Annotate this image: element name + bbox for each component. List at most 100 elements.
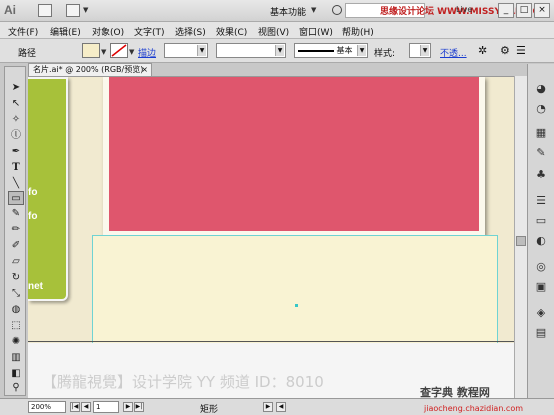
vertical-scroll-thumb[interactable] (516, 236, 526, 246)
status-menu-icon[interactable]: ▶ (263, 402, 273, 412)
menu-type[interactable]: 文字(T) (134, 25, 165, 38)
app-logo: Ai (4, 3, 16, 17)
rotate-tool-icon[interactable]: ↻ (8, 271, 24, 285)
last-artboard-icon[interactable]: ▶| (134, 402, 144, 412)
free-transform-tool-icon[interactable]: ⬚ (8, 319, 24, 333)
gradient-tool-icon[interactable]: ◧ (8, 367, 24, 381)
chevron-down-icon[interactable]: ▼ (83, 6, 88, 14)
artboard-number-field[interactable]: 1 (93, 401, 119, 413)
workspace-switcher[interactable]: 基本功能 (270, 5, 306, 18)
menu-effect[interactable]: 效果(C) (216, 25, 247, 38)
appearance-icon[interactable]: ◎ (533, 260, 549, 274)
menu-object[interactable]: 对象(O) (92, 25, 124, 38)
pink-card-frame (103, 77, 485, 237)
brushes-icon[interactable]: ✎ (533, 146, 549, 160)
panel-dock: ◕ ◔ ▦ ✎ ♣ ☰ ▭ ◐ ◎ ▣ ◈ ▤ (527, 64, 554, 399)
title-bar: Ai ▼ 基本功能 ▼ 思缘设计论坛 WWW.MISSYUAN.COM Live… (0, 0, 554, 22)
menu-help[interactable]: 帮助(H) (342, 25, 374, 38)
chevron-down-icon[interactable]: ▼ (101, 48, 106, 56)
scale-tool-icon[interactable]: ⤡ (8, 287, 24, 301)
brush-definition-dropdown[interactable]: 基本 ▼ (294, 43, 368, 58)
canvas-watermark: 【腾龍視覺】设计学院 YY 频道 ID：8010 (42, 373, 324, 391)
line-tool-icon[interactable]: ╲ (8, 177, 24, 191)
opacity-link[interactable]: 不透... (440, 46, 467, 59)
control-bar: 路径 ▼ ▼ 描边 ▼ ▼ 基本 ▼ 样式: ▼ 不透... ✲ ⚙ ☰ (0, 39, 554, 63)
close-button[interactable]: × (534, 3, 550, 18)
menu-file[interactable]: 文件(F) (8, 25, 38, 38)
stroke-panel-link[interactable]: 描边 (138, 46, 156, 59)
swatches-icon[interactable]: ▦ (533, 126, 549, 140)
menu-select[interactable]: 选择(S) (175, 25, 206, 38)
document-tab-title: 名片.ai* @ 200% (RGB/预览) (33, 65, 144, 74)
style-label: 样式: (374, 49, 396, 59)
direct-selection-tool-icon[interactable]: ↖ (8, 97, 24, 111)
pink-card (109, 77, 479, 231)
menu-window[interactable]: 窗口(W) (299, 25, 333, 38)
gradient-icon[interactable]: ▭ (533, 214, 549, 228)
search-icon (332, 5, 342, 15)
selection-center-point (295, 304, 298, 307)
magic-wand-tool-icon[interactable]: ✧ (8, 113, 24, 127)
scroll-left-icon[interactable]: ◀ (276, 402, 286, 412)
pen-tool-icon[interactable]: ✒ (8, 145, 24, 159)
current-tool-label: 矩形 (200, 405, 219, 415)
brush-stroke-preview (298, 49, 334, 52)
paintbrush-tool-icon[interactable]: ✎ (8, 207, 24, 221)
panel-menu-icon[interactable]: ☰ (516, 44, 526, 57)
object-type-label: 路径 (18, 49, 37, 59)
document-setup-icon[interactable]: ⚙ (500, 44, 510, 57)
graphic-styles-icon[interactable]: ▣ (533, 280, 549, 294)
fill-swatch[interactable] (82, 43, 100, 58)
site-url-watermark: jiaocheng.chazidian.com (424, 404, 524, 413)
pencil-tool-icon[interactable]: ✏ (8, 223, 24, 237)
site-name-watermark: 查字典 教程网 (420, 386, 490, 399)
arrange-documents-icon[interactable] (66, 4, 80, 17)
transparency-icon[interactable]: ◐ (533, 234, 549, 248)
variable-width-dropdown[interactable]: ▼ (216, 43, 286, 58)
color-guide-icon[interactable]: ◕ (533, 82, 549, 96)
color-icon[interactable]: ◔ (533, 102, 549, 116)
menu-view[interactable]: 视图(V) (258, 25, 289, 38)
menu-edit[interactable]: 编辑(E) (50, 25, 81, 38)
type-tool-icon[interactable]: T (8, 161, 24, 175)
zoom-dropdown[interactable]: 200% (28, 401, 66, 413)
bridge-icon[interactable] (38, 4, 52, 17)
chevron-down-icon[interactable]: ▼ (311, 6, 316, 14)
no-stroke-icon (111, 44, 127, 57)
warp-tool-icon[interactable]: ◍ (8, 303, 24, 317)
artboards-icon[interactable]: ▤ (533, 326, 549, 340)
artboard-canvas[interactable]: fo fo net 【腾龍視覺】设计学院 YY 频道 ID：8010 (28, 76, 514, 398)
lasso-tool-icon[interactable]: ⓛ (8, 129, 24, 143)
guide-line (28, 341, 514, 342)
menu-bar: 文件(F) 编辑(E) 对象(O) 文字(T) 选择(S) 效果(C) 视图(V… (0, 22, 554, 39)
eraser-tool-icon[interactable]: ▱ (8, 255, 24, 269)
minimize-button[interactable]: _ (498, 3, 514, 18)
stroke-swatch[interactable] (110, 43, 128, 58)
stroke-weight-field[interactable]: ▼ (164, 43, 208, 58)
brush-style-label: 基本 (336, 46, 353, 55)
close-icon[interactable]: × (141, 64, 148, 76)
first-artboard-icon[interactable]: |◀ (70, 402, 80, 412)
layers-icon[interactable]: ◈ (533, 306, 549, 320)
green-card-panel: fo fo net (28, 77, 68, 301)
eyedropper-tool-icon[interactable]: ⚲ (8, 381, 24, 395)
green-card-text-3: net (28, 281, 43, 292)
chevron-down-icon[interactable]: ▼ (129, 48, 134, 56)
symbol-sprayer-tool-icon[interactable]: ✺ (8, 335, 24, 349)
blob-brush-tool-icon[interactable]: ✐ (8, 239, 24, 253)
selection-tool-icon[interactable]: ➤ (8, 81, 24, 95)
maximize-button[interactable]: □ (516, 3, 532, 18)
tools-panel: ➤ ↖ ✧ ⓛ ✒ T ╲ ▭ ✎ ✏ ✐ ▱ ↻ ⤡ ◍ ⬚ ✺ ▥ ◧ ⚲ (4, 66, 26, 396)
next-artboard-icon[interactable]: ▶ (123, 402, 133, 412)
document-tab[interactable]: 名片.ai* @ 200% (RGB/预览) × (28, 63, 152, 76)
recolor-artwork-icon[interactable]: ✲ (478, 44, 487, 57)
stroke-icon[interactable]: ☰ (533, 194, 549, 208)
cs-live-button[interactable]: Live (456, 5, 472, 14)
symbols-icon[interactable]: ♣ (533, 168, 549, 182)
rectangle-tool-icon[interactable]: ▭ (8, 191, 24, 205)
vertical-scrollbar[interactable] (514, 76, 527, 398)
previous-artboard-icon[interactable]: ◀ (81, 402, 91, 412)
green-card-text-1: fo (28, 187, 38, 198)
graph-tool-icon[interactable]: ▥ (8, 351, 24, 365)
graphic-style-dropdown[interactable]: ▼ (409, 43, 431, 58)
